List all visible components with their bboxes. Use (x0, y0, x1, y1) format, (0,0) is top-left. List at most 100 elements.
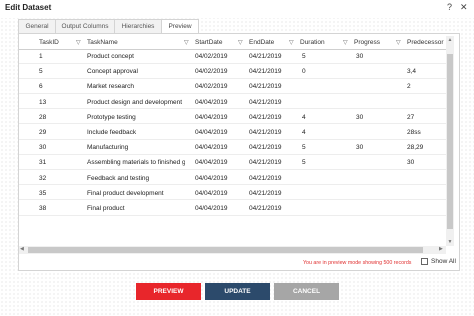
cell-duration: 5 (302, 144, 306, 152)
cell-enddate: 04/21/2019 (249, 144, 282, 152)
cell-taskname: Concept approval (87, 68, 138, 76)
preview-grid: TaskID ▽ TaskName ▽ StartDate ▽ EndDate … (19, 36, 455, 246)
table-row[interactable]: 29 Include feedback 04/04/2019 04/21/2019 4 2… (19, 127, 449, 140)
cell-progress: 30 (356, 53, 364, 60)
cell-startdate: 04/04/2019 (195, 113, 228, 121)
column-header-startdate[interactable]: StartDate (195, 39, 222, 46)
update-button[interactable]: UPDATE (205, 283, 270, 300)
table-row[interactable]: 38 Final product 04/04/2019 04/21/2019 (19, 203, 449, 216)
show-all-checkbox[interactable] (421, 258, 428, 265)
show-all-label: Show All (431, 258, 456, 265)
horizontal-scrollbar[interactable]: ◀ ▶ (19, 246, 446, 254)
vertical-scroll-thumb[interactable] (447, 54, 453, 229)
cell-startdate: 04/04/2019 (195, 129, 228, 136)
cell-enddate: 04/21/2019 (249, 68, 282, 76)
cell-startdate: 04/04/2019 (195, 189, 228, 197)
preview-button[interactable]: PREVIEW (136, 283, 201, 300)
cell-enddate: 04/21/2019 (249, 205, 282, 212)
filter-icon[interactable]: ▽ (343, 39, 348, 46)
table-row[interactable]: 32 Feedback and testing 04/04/2019 04/21/20… (19, 173, 449, 186)
dialog-title: Edit Dataset (5, 3, 52, 12)
column-header-duration[interactable]: Duration (300, 39, 325, 46)
cell-enddate: 04/21/2019 (249, 113, 282, 121)
column-header-enddate[interactable]: EndDate (249, 39, 274, 46)
cell-predecessor: 28ss (407, 129, 421, 136)
cell-taskid: 30 (39, 144, 47, 152)
scroll-left-icon[interactable]: ◀ (20, 246, 24, 252)
filter-icon[interactable]: ▽ (396, 39, 401, 46)
cell-enddate: 04/21/2019 (249, 53, 282, 60)
scroll-right-icon[interactable]: ▶ (439, 246, 443, 252)
column-header-taskname[interactable]: TaskName (87, 39, 118, 46)
cell-taskid: 28 (39, 113, 47, 121)
cell-startdate: 04/02/2019 (195, 68, 228, 76)
cell-taskid: 35 (39, 189, 47, 197)
scroll-down-icon[interactable]: ▼ (446, 239, 454, 245)
cell-progress: 30 (356, 113, 364, 121)
filter-icon[interactable]: ▽ (238, 39, 243, 46)
cell-taskid: 29 (39, 129, 47, 136)
cancel-button[interactable]: CANCEL (274, 283, 339, 300)
scroll-up-icon[interactable]: ▲ (446, 37, 454, 43)
table-row[interactable]: 5 Concept approval 04/02/2019 04/21/2019 0 3,… (19, 66, 449, 79)
horizontal-scroll-thumb[interactable] (28, 247, 423, 253)
cell-taskid: 32 (39, 174, 47, 182)
cell-taskname: Final product (87, 205, 125, 212)
cell-taskid: 6 (39, 83, 43, 91)
cell-enddate: 04/21/2019 (249, 159, 282, 167)
cell-startdate: 04/02/2019 (195, 53, 228, 60)
cell-startdate: 04/04/2019 (195, 205, 228, 212)
tab-output-columns[interactable]: Output Columns (55, 19, 115, 33)
table-row[interactable]: 31 Assembling materials to finished go 04/… (19, 157, 449, 170)
cell-enddate: 04/21/2019 (249, 189, 282, 197)
help-icon[interactable]: ? (447, 2, 452, 12)
cell-enddate: 04/21/2019 (249, 129, 282, 136)
table-row[interactable]: 6 Market research 04/02/2019 04/21/2019 2 (19, 81, 449, 94)
table-row[interactable]: 28 Prototype testing 04/04/2019 04/21/2019 4… (19, 112, 449, 125)
cell-taskname: Product concept (87, 53, 134, 60)
cell-startdate: 04/04/2019 (195, 144, 228, 152)
cell-predecessor: 30 (407, 159, 415, 167)
cell-enddate: 04/21/2019 (249, 83, 282, 91)
table-row[interactable]: 13 Product design and development 04/04/20… (19, 97, 449, 110)
column-header-progress[interactable]: Progress (354, 39, 380, 46)
table-row[interactable]: 1 Product concept 04/02/2019 04/21/2019 5 30 (19, 51, 449, 64)
title-bar: Edit Dataset ? ✕ (0, 0, 474, 18)
vertical-scrollbar[interactable]: ▲ ▼ (446, 36, 454, 246)
edit-dataset-dialog: Edit Dataset ? ✕ General Output Columns … (0, 0, 474, 316)
cell-predecessor: 27 (407, 113, 415, 121)
column-header-taskid[interactable]: TaskID (39, 39, 59, 46)
preview-status-text: You are in preview mode showing 500 reco… (303, 260, 412, 266)
cell-taskid: 31 (39, 159, 47, 167)
show-all-toggle[interactable]: Show All (421, 258, 456, 265)
filter-icon[interactable]: ▽ (184, 39, 189, 46)
cell-taskname: Include feedback (87, 129, 137, 136)
grid-header: TaskID ▽ TaskName ▽ StartDate ▽ EndDate … (19, 36, 449, 50)
filter-icon[interactable]: ▽ (76, 39, 81, 46)
tab-hierarchies[interactable]: Hierarchies (114, 19, 162, 33)
cell-taskname: Product design and development (87, 98, 183, 106)
cell-duration: 4 (302, 129, 306, 136)
tab-general[interactable]: General (18, 19, 56, 33)
cell-taskname: Feedback and testing (87, 174, 150, 182)
filter-icon[interactable]: ▽ (289, 39, 294, 46)
cell-taskname: Market research (87, 83, 134, 91)
cell-predecessor: 3,4 (407, 68, 417, 76)
cell-taskname: Assembling materials to finished go (87, 159, 185, 167)
cell-taskid: 38 (39, 205, 47, 212)
cell-taskname: Manufacturing (87, 144, 129, 152)
column-header-predecessor[interactable]: Predecessor (407, 39, 444, 46)
cell-startdate: 04/04/2019 (195, 174, 228, 182)
table-row[interactable]: 30 Manufacturing 04/04/2019 04/21/2019 5 30 28… (19, 142, 449, 155)
close-icon[interactable]: ✕ (460, 2, 468, 13)
cell-duration: 0 (302, 68, 306, 76)
cell-startdate: 04/02/2019 (195, 83, 228, 91)
cell-duration: 5 (302, 53, 306, 60)
cell-taskid: 13 (39, 98, 47, 106)
cell-duration: 5 (302, 159, 306, 167)
cell-predecessor: 2 (407, 83, 411, 91)
tab-preview[interactable]: Preview (161, 19, 199, 34)
table-row[interactable]: 35 Final product development 04/04/2019 04/… (19, 188, 449, 201)
cell-duration: 4 (302, 113, 306, 121)
cell-progress: 30 (356, 144, 364, 152)
